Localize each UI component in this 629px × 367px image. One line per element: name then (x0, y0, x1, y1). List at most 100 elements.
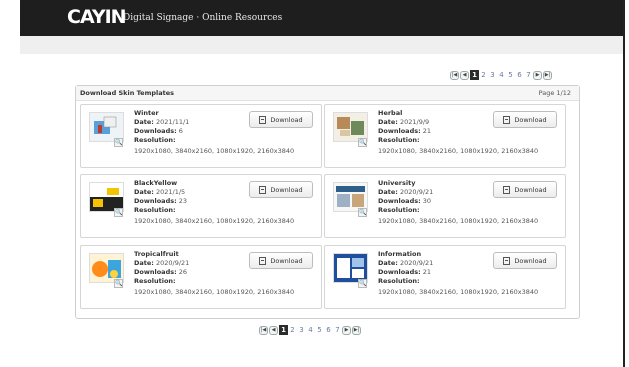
downloads-value: 30 (422, 197, 432, 205)
template-date: Date: 2021/9/9 (378, 118, 429, 126)
download-icon (259, 185, 267, 194)
date-label: Date: (378, 259, 398, 267)
template-card: 🔍 Tropicalfruit Date: 2020/9/21 Download… (80, 245, 322, 309)
resolution-value: 1920x1080, 3840x2160, 1080x1920, 2160x38… (378, 217, 539, 225)
last-page-icon[interactable]: ▶| (543, 70, 552, 80)
downloads-label: Downloads: (378, 197, 421, 205)
page-number-link[interactable]: 3 (488, 71, 497, 79)
page-number-link[interactable]: 2 (288, 326, 297, 334)
download-icon (503, 115, 511, 124)
template-card: 🔍 Winter Date: 2021/11/1 Downloads: 6 Re… (80, 104, 322, 168)
page-number-link[interactable]: 5 (315, 326, 324, 334)
download-button[interactable]: Download (249, 181, 313, 198)
template-date: Date: 2020/9/21 (378, 259, 433, 267)
zoom-icon[interactable]: 🔍 (358, 138, 367, 147)
template-date: Date: 2021/11/1 (134, 118, 189, 126)
first-page-icon[interactable]: |◀ (259, 325, 268, 335)
template-name: BlackYellow (134, 179, 178, 187)
resolution-label: Resolution: (378, 136, 420, 144)
resolution-label: Resolution: (134, 277, 176, 285)
template-name: Herbal (378, 109, 403, 117)
downloads-label: Downloads: (378, 268, 421, 276)
template-name: Winter (134, 109, 159, 117)
next-page-icon[interactable]: ▶ (342, 325, 351, 335)
download-icon (503, 185, 511, 194)
zoom-icon[interactable]: 🔍 (114, 208, 123, 217)
prev-page-icon[interactable]: ◀ (460, 70, 469, 80)
template-downloads: Downloads: 26 (134, 268, 187, 276)
date-label: Date: (134, 118, 154, 126)
last-page-icon[interactable]: ▶| (352, 325, 361, 335)
template-card: 🔍 Information Date: 2020/9/21 Downloads:… (324, 245, 566, 309)
page-number-link[interactable]: 1 (470, 70, 479, 80)
download-button[interactable]: Download (493, 252, 557, 269)
downloads-value: 23 (178, 197, 188, 205)
sub-header-bar (20, 36, 624, 54)
resolution-value: 1920x1080, 3840x2160, 1080x1920, 2160x38… (378, 288, 539, 296)
date-value: 2021/9/9 (399, 118, 430, 126)
resolution-label: Resolution: (378, 206, 420, 214)
downloads-value: 21 (422, 127, 432, 135)
top-header-bar: CAYIN Digital Signage · Online Resources (20, 0, 624, 36)
zoom-icon[interactable]: 🔍 (358, 208, 367, 217)
download-icon (259, 115, 267, 124)
page-number-link[interactable]: 5 (506, 71, 515, 79)
template-card: 🔍 Herbal Date: 2021/9/9 Downloads: 21 Re… (324, 104, 566, 168)
download-button[interactable]: Download (493, 111, 557, 128)
page-number-link[interactable]: 4 (497, 71, 506, 79)
prev-page-icon[interactable]: ◀ (269, 325, 278, 335)
zoom-icon[interactable]: 🔍 (114, 138, 123, 147)
template-downloads: Downloads: 6 (134, 127, 183, 135)
resolution-value: 1920x1080, 3840x2160, 1080x1920, 2160x38… (134, 147, 295, 155)
zoom-icon[interactable]: 🔍 (358, 279, 367, 288)
page-number-link[interactable]: 3 (297, 326, 306, 334)
next-page-icon[interactable]: ▶ (533, 70, 542, 80)
template-downloads: Downloads: 21 (378, 127, 431, 135)
panel-title: Download Skin Templates (80, 89, 175, 97)
page-number-link[interactable]: 7 (333, 326, 342, 334)
date-value: 2020/9/21 (399, 259, 434, 267)
resolution-value: 1920x1080, 3840x2160, 1080x1920, 2160x38… (378, 147, 539, 155)
page-number-link[interactable]: 4 (306, 326, 315, 334)
resolution-value: 1920x1080, 3840x2160, 1080x1920, 2160x38… (134, 288, 295, 296)
download-button[interactable]: Download (249, 111, 313, 128)
cayin-logo[interactable]: CAYIN (67, 6, 127, 28)
page-number-link[interactable]: 7 (524, 71, 533, 79)
downloads-label: Downloads: (378, 127, 421, 135)
downloads-label: Downloads: (134, 127, 177, 135)
date-value: 2021/11/1 (155, 118, 190, 126)
download-button[interactable]: Download (493, 181, 557, 198)
page-number-link[interactable]: 2 (479, 71, 488, 79)
pagination-top: |◀ ◀ 1 2 3 4 5 6 7 ▶ ▶| (450, 69, 553, 81)
download-icon (503, 256, 511, 265)
page-number-link[interactable]: 6 (324, 326, 333, 334)
pagination-bottom: |◀ ◀ 1 2 3 4 5 6 7 ▶ ▶| (259, 324, 362, 336)
template-name: Tropicalfruit (134, 250, 179, 258)
template-date: Date: 2020/9/21 (134, 259, 189, 267)
date-label: Date: (134, 188, 154, 196)
downloads-value: 6 (178, 127, 183, 135)
date-value: 2020/9/21 (399, 188, 434, 196)
zoom-icon[interactable]: 🔍 (114, 279, 123, 288)
date-label: Date: (378, 118, 398, 126)
template-name: University (378, 179, 416, 187)
first-page-icon[interactable]: |◀ (450, 70, 459, 80)
downloads-value: 26 (178, 268, 188, 276)
header-tagline: Digital Signage · Online Resources (123, 13, 283, 23)
page-indicator: Page 1/12 (538, 89, 571, 97)
template-downloads: Downloads: 30 (378, 197, 431, 205)
date-label: Date: (134, 259, 154, 267)
download-icon (259, 256, 267, 265)
date-label: Date: (378, 188, 398, 196)
template-date: Date: 2020/9/21 (378, 188, 433, 196)
resolution-label: Resolution: (378, 277, 420, 285)
template-date: Date: 2021/1/5 (134, 188, 185, 196)
template-card: 🔍 University Date: 2020/9/21 Downloads: … (324, 174, 566, 238)
downloads-value: 21 (422, 268, 432, 276)
template-card: 🔍 BlackYellow Date: 2021/1/5 Downloads: … (80, 174, 322, 238)
template-downloads: Downloads: 23 (134, 197, 187, 205)
page-number-link[interactable]: 6 (515, 71, 524, 79)
template-downloads: Downloads: 21 (378, 268, 431, 276)
download-button[interactable]: Download (249, 252, 313, 269)
page-number-link[interactable]: 1 (279, 325, 288, 335)
